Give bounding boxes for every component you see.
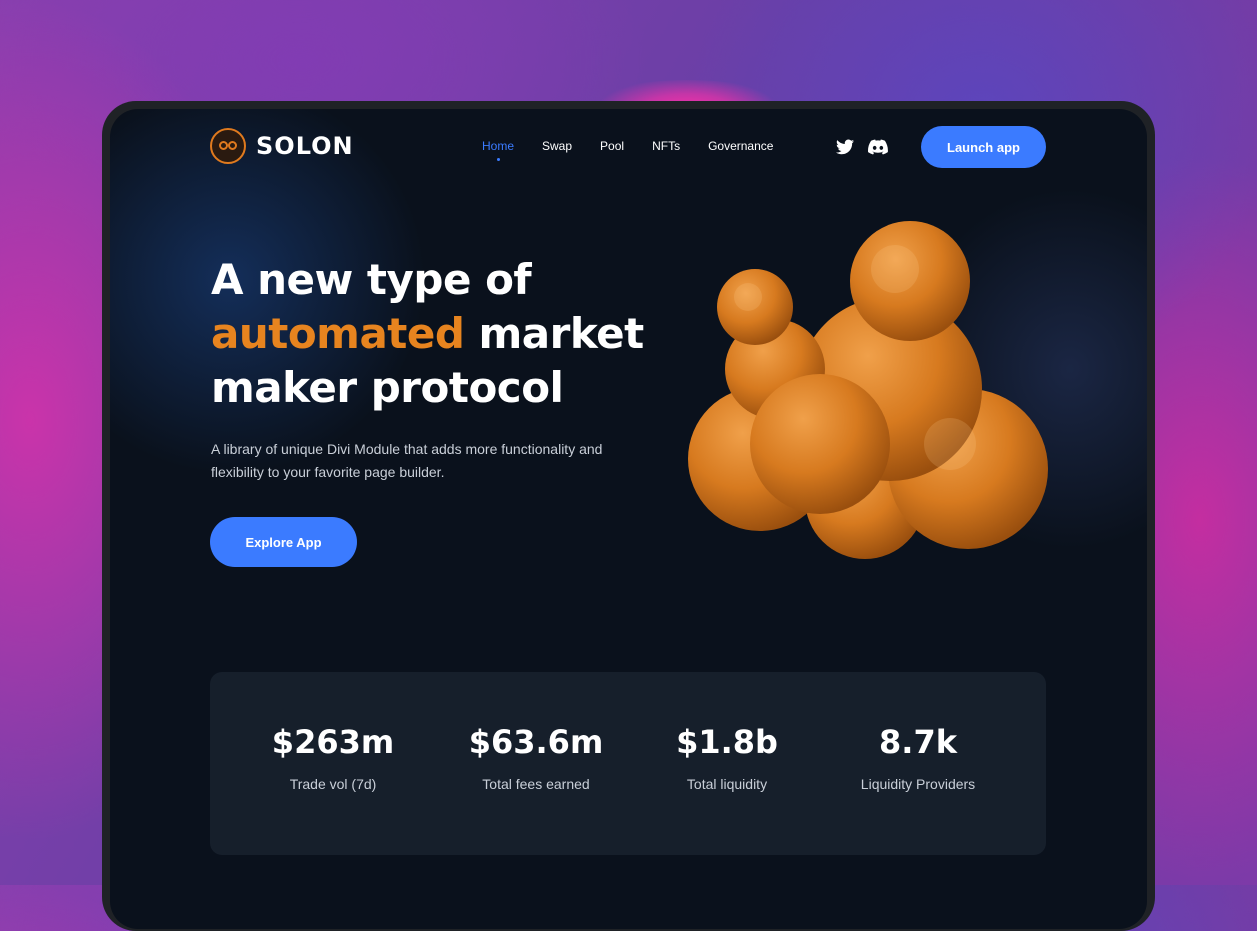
stat-label: Liquidity Providers <box>860 776 976 792</box>
brand-name: SOLON <box>256 132 354 160</box>
hero-title-line1: A new type of <box>211 255 532 304</box>
stat-value: $263m <box>271 723 395 761</box>
nav-item-nfts[interactable]: NFTs <box>652 139 680 153</box>
stat-label: Total liquidity <box>686 776 768 792</box>
twitter-icon[interactable] <box>836 139 854 155</box>
stat-value: $63.6m <box>468 723 604 761</box>
orange-blob-illustration <box>688 221 1048 559</box>
stat-value: 8.7k <box>879 723 957 761</box>
stat-liquidity-providers: 8.7k Liquidity Providers <box>828 722 1008 792</box>
stat-label: Trade vol (7d) <box>289 776 377 792</box>
nav-item-swap[interactable]: Swap <box>542 139 572 153</box>
main-nav: Home Swap Pool NFTs Governance <box>482 139 773 161</box>
stat-label: Total fees earned <box>482 776 590 792</box>
hero-title: A new type of automated market maker proto… <box>211 253 651 415</box>
stat-fees-earned: $63.6m Total fees earned <box>446 722 626 792</box>
hero-title-line3: maker protocol <box>211 363 564 412</box>
hero-title-line2: market <box>478 309 645 358</box>
discord-icon[interactable] <box>868 139 888 155</box>
stat-trade-volume: $263m Trade vol (7d) <box>243 722 423 792</box>
stat-value: $1.8b <box>676 723 778 761</box>
brand-logo[interactable]: SOLON <box>210 128 354 164</box>
launch-app-button[interactable]: Launch app <box>921 126 1046 168</box>
stat-total-liquidity: $1.8b Total liquidity <box>637 722 817 792</box>
stats-panel: $263m Trade vol (7d) $63.6m Total fees e… <box>210 672 1046 855</box>
hero-title-accent: automated <box>211 309 465 358</box>
nav-item-home[interactable]: Home <box>482 139 514 161</box>
nav-item-pool[interactable]: Pool <box>600 139 624 153</box>
nav-item-governance[interactable]: Governance <box>708 139 773 153</box>
explore-app-button[interactable]: Explore App <box>210 517 357 567</box>
hero-subtitle: A library of unique Divi Module that add… <box>211 441 603 480</box>
landing-page: SOLON Home Swap Pool NFTs Governance Lau… <box>110 109 1147 929</box>
social-links <box>836 139 888 155</box>
owl-logo-icon <box>210 128 246 164</box>
